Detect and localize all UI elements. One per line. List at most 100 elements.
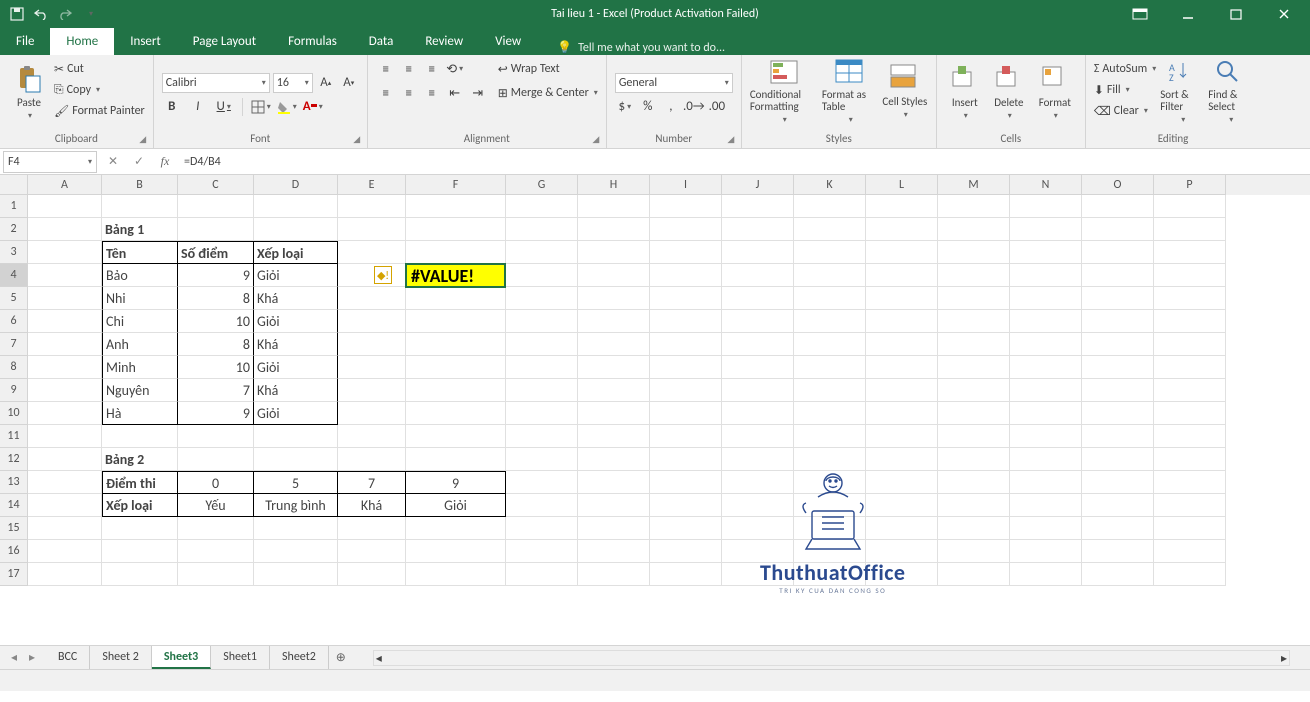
cell[interactable] <box>178 195 254 218</box>
cell[interactable] <box>794 563 866 586</box>
table-row[interactable]: 8Minh10Giỏi <box>0 356 1310 379</box>
cell[interactable] <box>650 356 722 379</box>
col-header-G[interactable]: G <box>506 175 578 195</box>
cell[interactable] <box>28 471 102 494</box>
sheet-tab[interactable]: Sheet3 <box>152 646 211 669</box>
tab-view[interactable]: View <box>479 28 537 55</box>
find-select-button[interactable]: Find & Select▾ <box>1208 59 1252 125</box>
cell[interactable]: Giỏi <box>254 402 338 425</box>
col-header-B[interactable]: B <box>102 175 178 195</box>
cell[interactable] <box>506 241 578 264</box>
row-header[interactable]: 14 <box>0 494 28 517</box>
cell[interactable] <box>102 563 178 586</box>
col-header-J[interactable]: J <box>722 175 794 195</box>
cell[interactable] <box>406 264 506 287</box>
cell[interactable] <box>1010 448 1082 471</box>
delete-cells-button[interactable]: Delete▾ <box>989 59 1029 125</box>
formula-input[interactable]: =D4/B4 <box>178 155 1310 169</box>
cell[interactable]: Anh <box>102 333 178 356</box>
cell[interactable]: 9 <box>178 264 254 287</box>
cell[interactable] <box>1010 402 1082 425</box>
row-header[interactable]: 4 <box>0 264 28 287</box>
cell[interactable] <box>722 448 794 471</box>
cell[interactable] <box>506 264 578 287</box>
col-header-K[interactable]: K <box>794 175 866 195</box>
table-row[interactable]: 6Chi10Giỏi <box>0 310 1310 333</box>
cell[interactable] <box>506 195 578 218</box>
cell[interactable]: Xếp loại <box>102 494 178 517</box>
cell[interactable] <box>938 310 1010 333</box>
cell[interactable] <box>506 563 578 586</box>
bold-button[interactable]: B <box>162 97 182 117</box>
cell[interactable]: Giỏi <box>254 264 338 287</box>
tell-me[interactable]: 💡 Tell me what you want to do... <box>557 40 725 55</box>
cell[interactable] <box>1154 563 1226 586</box>
cell[interactable] <box>338 425 406 448</box>
cell[interactable] <box>578 563 650 586</box>
cell[interactable]: 8 <box>178 287 254 310</box>
cell[interactable] <box>1154 540 1226 563</box>
row-header[interactable]: 5 <box>0 287 28 310</box>
dialog-launcher-icon[interactable]: ◢ <box>137 134 149 146</box>
cell[interactable] <box>866 218 938 241</box>
cell[interactable] <box>794 310 866 333</box>
cell[interactable] <box>406 356 506 379</box>
cell[interactable] <box>650 264 722 287</box>
cell[interactable] <box>1010 379 1082 402</box>
worksheet-grid[interactable]: ABCDEFGHIJKLMNOP 12Bảng 13TênSố điểmXếp … <box>0 175 1310 645</box>
cell[interactable] <box>28 540 102 563</box>
cell[interactable] <box>178 563 254 586</box>
cell[interactable] <box>650 471 722 494</box>
cell[interactable] <box>1010 540 1082 563</box>
cell[interactable]: Khá <box>338 494 406 517</box>
table-row[interactable]: 17 <box>0 563 1310 586</box>
cell[interactable] <box>338 310 406 333</box>
table-row[interactable]: 9Nguyên7Khá <box>0 379 1310 402</box>
cell[interactable] <box>28 310 102 333</box>
cell[interactable] <box>794 195 866 218</box>
cell[interactable] <box>506 517 578 540</box>
cell[interactable]: Nguyên <box>102 379 178 402</box>
cell[interactable] <box>794 356 866 379</box>
cell[interactable] <box>1082 402 1154 425</box>
row-header[interactable]: 16 <box>0 540 28 563</box>
cell[interactable] <box>578 195 650 218</box>
cell[interactable] <box>938 517 1010 540</box>
cell[interactable] <box>1082 287 1154 310</box>
cell[interactable] <box>28 517 102 540</box>
insert-cells-button[interactable]: Insert▾ <box>945 59 985 125</box>
sheet-tab[interactable]: Sheet2 <box>270 646 329 669</box>
cell[interactable] <box>794 287 866 310</box>
cell[interactable] <box>1082 241 1154 264</box>
column-headers[interactable]: ABCDEFGHIJKLMNOP <box>28 175 1310 195</box>
cell[interactable] <box>254 540 338 563</box>
underline-button[interactable]: U▾ <box>214 97 234 117</box>
cell[interactable] <box>1154 195 1226 218</box>
cell[interactable] <box>938 471 1010 494</box>
percent-icon[interactable]: % <box>638 97 658 117</box>
cell[interactable] <box>866 333 938 356</box>
table-row[interactable]: 7Anh8Khá <box>0 333 1310 356</box>
cell[interactable] <box>406 540 506 563</box>
tab-data[interactable]: Data <box>353 28 410 55</box>
cell[interactable] <box>338 563 406 586</box>
align-right-icon[interactable]: ≡ <box>422 83 442 103</box>
cell[interactable] <box>578 494 650 517</box>
cell[interactable] <box>506 310 578 333</box>
cell[interactable] <box>1154 448 1226 471</box>
cell[interactable]: 7 <box>338 471 406 494</box>
cell[interactable] <box>650 425 722 448</box>
cell[interactable] <box>102 195 178 218</box>
orientation-icon[interactable]: ⟲▾ <box>445 59 465 79</box>
table-row[interactable]: 1 <box>0 195 1310 218</box>
cell[interactable] <box>1154 356 1226 379</box>
undo-icon[interactable] <box>30 3 52 25</box>
cell[interactable] <box>938 379 1010 402</box>
cell[interactable] <box>938 425 1010 448</box>
cell[interactable] <box>406 448 506 471</box>
cell[interactable]: Tên <box>102 241 178 264</box>
cell[interactable] <box>338 356 406 379</box>
tab-home[interactable]: Home <box>50 28 114 55</box>
cell[interactable] <box>28 425 102 448</box>
paste-button[interactable]: Paste▾ <box>8 59 50 125</box>
